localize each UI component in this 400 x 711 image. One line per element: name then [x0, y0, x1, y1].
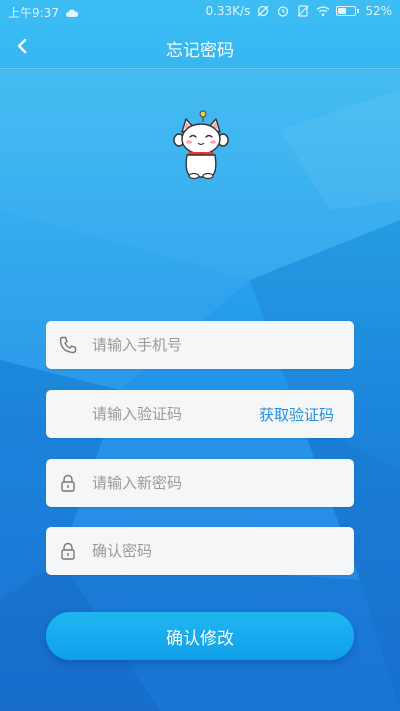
- page-title: 忘记密码: [166, 41, 234, 61]
- network-speed: 0.33K/s: [205, 4, 251, 18]
- new-password-field: [46, 459, 354, 507]
- get-code-button[interactable]: 获取验证码: [259, 404, 334, 425]
- confirm-change-button[interactable]: 确认修改: [46, 612, 354, 660]
- battery-icon: [336, 6, 360, 16]
- battery-percent: 52%: [365, 4, 392, 18]
- lock-icon: [56, 471, 80, 495]
- nav-header: 忘记密码: [0, 24, 400, 69]
- cloud-icon: [65, 9, 79, 17]
- phone-input[interactable]: [92, 321, 342, 369]
- confirm-password-input[interactable]: [92, 527, 342, 575]
- verification-code-input[interactable]: [92, 390, 242, 438]
- code-field: 获取验证码: [46, 390, 354, 438]
- wifi-icon: [316, 6, 330, 17]
- confirm-password-field: [46, 527, 354, 575]
- lucky-cat-icon: [173, 110, 229, 180]
- status-bar: 上午9:37 0.33K/s 52%: [0, 0, 400, 24]
- status-time: 上午9:37: [8, 6, 59, 20]
- phone-field: [46, 321, 354, 369]
- phone-icon: [56, 333, 80, 357]
- lock-icon: [56, 539, 80, 563]
- forgot-password-screen: 上午9:37 0.33K/s 52% 忘记密码 请输入手机号 请输入验证码 获取…: [0, 0, 400, 711]
- new-password-input[interactable]: [92, 459, 342, 507]
- alarm-icon: [278, 6, 289, 17]
- no-sim-icon: [297, 5, 309, 17]
- mute-icon: [257, 5, 269, 17]
